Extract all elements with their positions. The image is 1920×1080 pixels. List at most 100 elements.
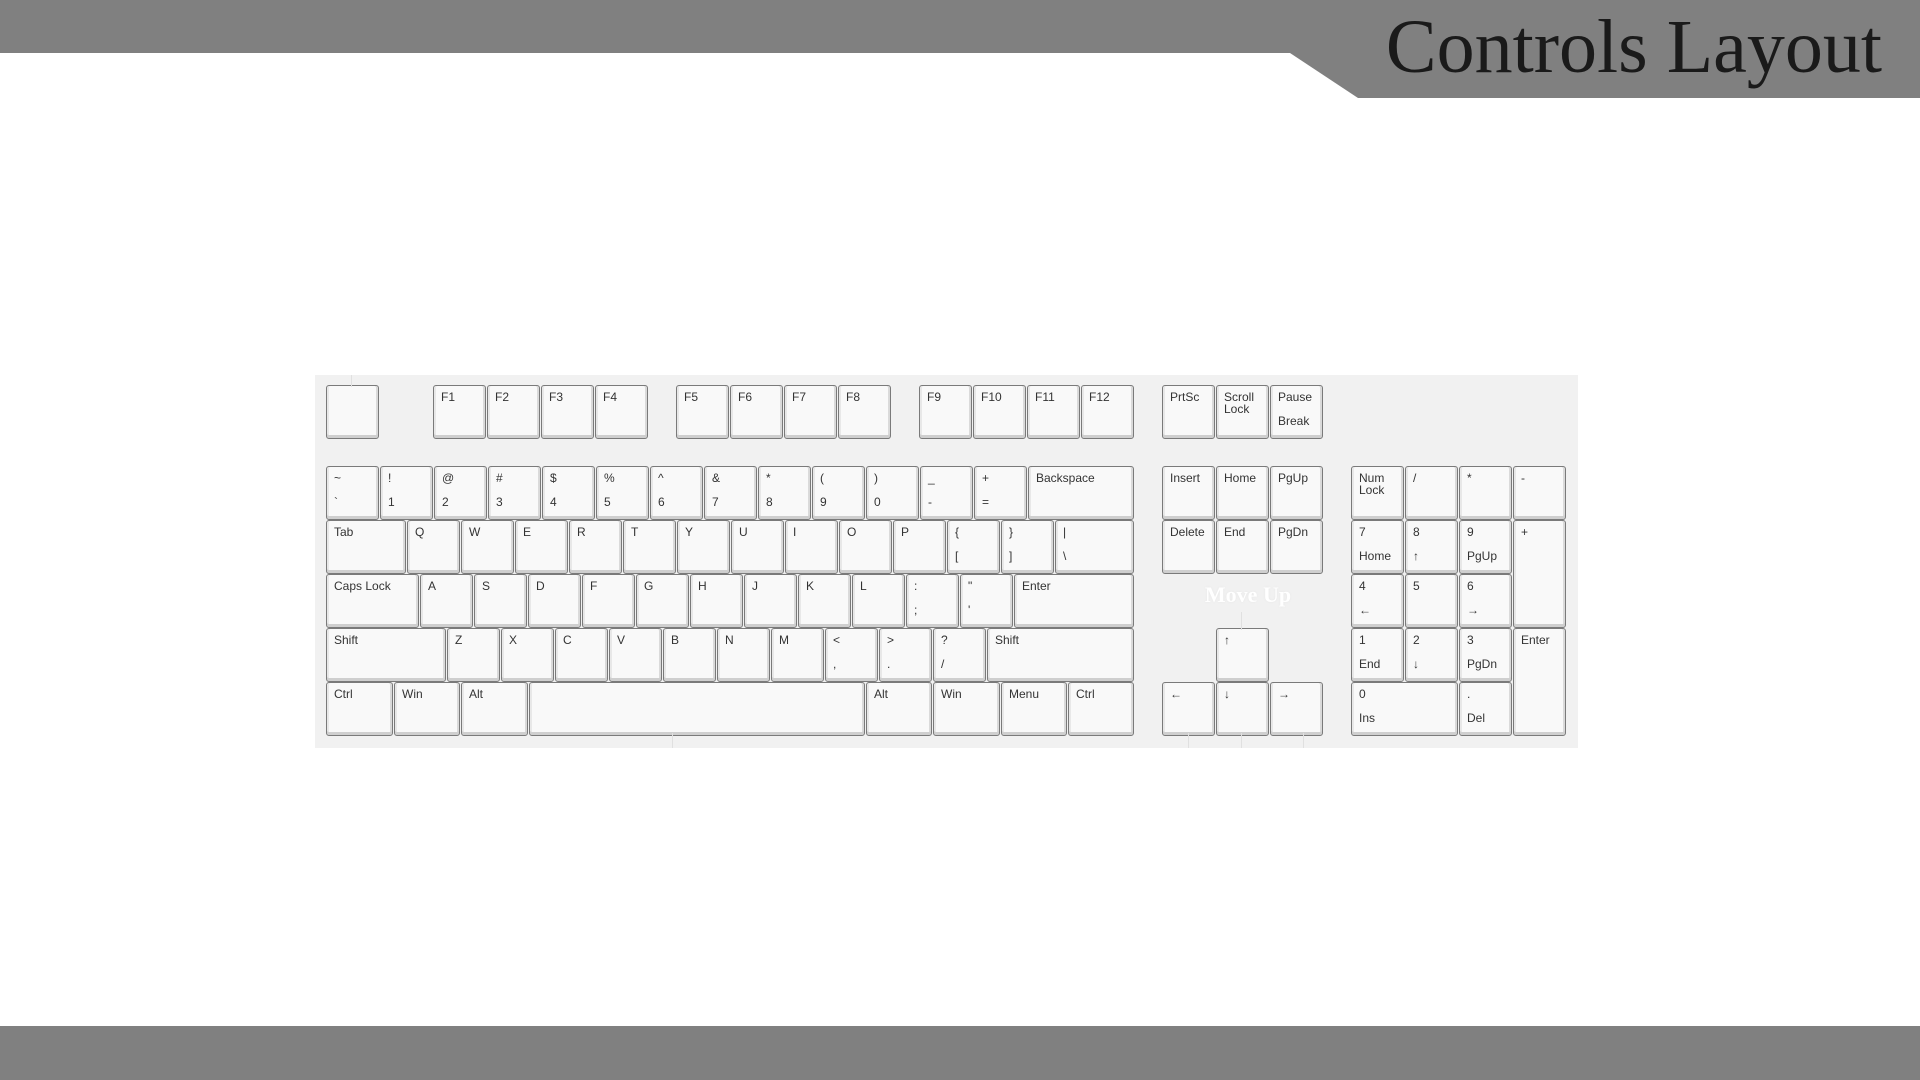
key-f5[interactable]: F5	[676, 385, 729, 439]
key-num0[interactable]: 0 Ins	[1351, 682, 1458, 736]
key-rshift[interactable]: Shift	[987, 628, 1134, 682]
key-right[interactable]: →	[1270, 682, 1323, 736]
key-t[interactable]: T	[623, 520, 676, 574]
key-d5[interactable]: % 5	[596, 466, 649, 520]
key-d6[interactable]: ^ 6	[650, 466, 703, 520]
key-pgup[interactable]: PgUp	[1270, 466, 1323, 520]
key-period[interactable]: >.	[879, 628, 932, 682]
key-home[interactable]: Home	[1216, 466, 1269, 520]
key-minus[interactable]: _ -	[920, 466, 973, 520]
key-num5[interactable]: 5	[1405, 574, 1458, 628]
key-num8[interactable]: 8 ↑	[1405, 520, 1458, 574]
key-num1[interactable]: 1 End	[1351, 628, 1404, 682]
key-lalt[interactable]: Alt	[461, 682, 528, 736]
key-enter[interactable]: Enter	[1014, 574, 1134, 628]
key-f12[interactable]: F12	[1081, 385, 1134, 439]
key-b[interactable]: B	[663, 628, 716, 682]
key-lshift[interactable]: Shift	[326, 628, 446, 682]
key-f4[interactable]: F4	[595, 385, 648, 439]
key-e[interactable]: E	[515, 520, 568, 574]
key-delete[interactable]: Delete	[1162, 520, 1215, 574]
key-up[interactable]: ↑	[1216, 628, 1269, 682]
key-s[interactable]: S	[474, 574, 527, 628]
key-pause[interactable]: Pause Break	[1270, 385, 1323, 439]
key-pgdn[interactable]: PgDn	[1270, 520, 1323, 574]
key-p[interactable]: P	[893, 520, 946, 574]
key-ralt[interactable]: Alt	[866, 682, 932, 736]
key-i[interactable]: I	[785, 520, 838, 574]
key-d[interactable]: D	[528, 574, 581, 628]
key-comma[interactable]: <,	[825, 628, 878, 682]
key-o[interactable]: O	[839, 520, 892, 574]
key-num2[interactable]: 2 ↓	[1405, 628, 1458, 682]
key-c[interactable]: C	[555, 628, 608, 682]
key-f1[interactable]: F1	[433, 385, 486, 439]
key-f8[interactable]: F8	[838, 385, 891, 439]
key-num7[interactable]: 7 Home	[1351, 520, 1404, 574]
key-d8[interactable]: * 8	[758, 466, 811, 520]
key-numplus[interactable]: +	[1513, 520, 1566, 628]
key-x[interactable]: X	[501, 628, 554, 682]
key-a[interactable]: A	[420, 574, 473, 628]
key-num3[interactable]: 3 PgDn	[1459, 628, 1512, 682]
key-rwin[interactable]: Win	[933, 682, 1000, 736]
key-capslock[interactable]: Caps Lock	[326, 574, 419, 628]
key-tab[interactable]: Tab	[326, 520, 406, 574]
key-numstar[interactable]: *	[1459, 466, 1512, 520]
key-left[interactable]: ←	[1162, 682, 1215, 736]
key-f[interactable]: F	[582, 574, 635, 628]
key-rbracket[interactable]: }]	[1001, 520, 1054, 574]
key-f10[interactable]: F10	[973, 385, 1026, 439]
key-d9[interactable]: (9	[812, 466, 865, 520]
key-numdot[interactable]: . Del	[1459, 682, 1512, 736]
key-down[interactable]: ↓	[1216, 682, 1269, 736]
key-numminus[interactable]: -	[1513, 466, 1566, 520]
key-d1[interactable]: ! 1	[380, 466, 433, 520]
key-space[interactable]	[529, 682, 865, 736]
key-f3[interactable]: F3	[541, 385, 594, 439]
key-l[interactable]: L	[852, 574, 905, 628]
key-end[interactable]: End	[1216, 520, 1269, 574]
key-menu[interactable]: Menu	[1001, 682, 1067, 736]
key-f2[interactable]: F2	[487, 385, 540, 439]
key-lwin[interactable]: Win	[394, 682, 460, 736]
key-prtsc[interactable]: PrtSc	[1162, 385, 1215, 439]
key-g[interactable]: G	[636, 574, 689, 628]
key-d7[interactable]: & 7	[704, 466, 757, 520]
key-numslash[interactable]: /	[1405, 466, 1458, 520]
key-lctrl[interactable]: Ctrl	[326, 682, 393, 736]
key-backslash[interactable]: | \	[1055, 520, 1134, 574]
key-n[interactable]: N	[717, 628, 770, 682]
key-j[interactable]: J	[744, 574, 797, 628]
key-d3[interactable]: #3	[488, 466, 541, 520]
key-f11[interactable]: F11	[1027, 385, 1080, 439]
key-z[interactable]: Z	[447, 628, 500, 682]
key-d4[interactable]: $4	[542, 466, 595, 520]
key-m[interactable]: M	[771, 628, 824, 682]
key-r[interactable]: R	[569, 520, 622, 574]
key-d0[interactable]: ) 0	[866, 466, 919, 520]
key-scrolllock[interactable]: Scroll Lock	[1216, 385, 1269, 439]
key-quote[interactable]: " '	[960, 574, 1013, 628]
key-num6[interactable]: 6 →	[1459, 574, 1512, 628]
key-y[interactable]: Y	[677, 520, 730, 574]
key-backspace[interactable]: Backspace	[1028, 466, 1134, 520]
key-num9[interactable]: 9 PgUp	[1459, 520, 1512, 574]
key-f9[interactable]: F9	[919, 385, 972, 439]
key-u[interactable]: U	[731, 520, 784, 574]
key-v[interactable]: V	[609, 628, 662, 682]
key-slash[interactable]: ? /	[933, 628, 986, 682]
key-numenter[interactable]: Enter	[1513, 628, 1566, 736]
key-w[interactable]: W	[461, 520, 514, 574]
key-lbracket[interactable]: {[	[947, 520, 1000, 574]
key-k[interactable]: K	[798, 574, 851, 628]
key-equals[interactable]: + =	[974, 466, 1027, 520]
key-f7[interactable]: F7	[784, 385, 837, 439]
key-rctrl[interactable]: Ctrl	[1068, 682, 1134, 736]
key-esc[interactable]	[326, 385, 379, 439]
key-num4[interactable]: 4 ←	[1351, 574, 1404, 628]
key-d2[interactable]: @2	[434, 466, 487, 520]
key-q[interactable]: Q	[407, 520, 460, 574]
key-insert[interactable]: Insert	[1162, 466, 1215, 520]
key-h[interactable]: H	[690, 574, 743, 628]
